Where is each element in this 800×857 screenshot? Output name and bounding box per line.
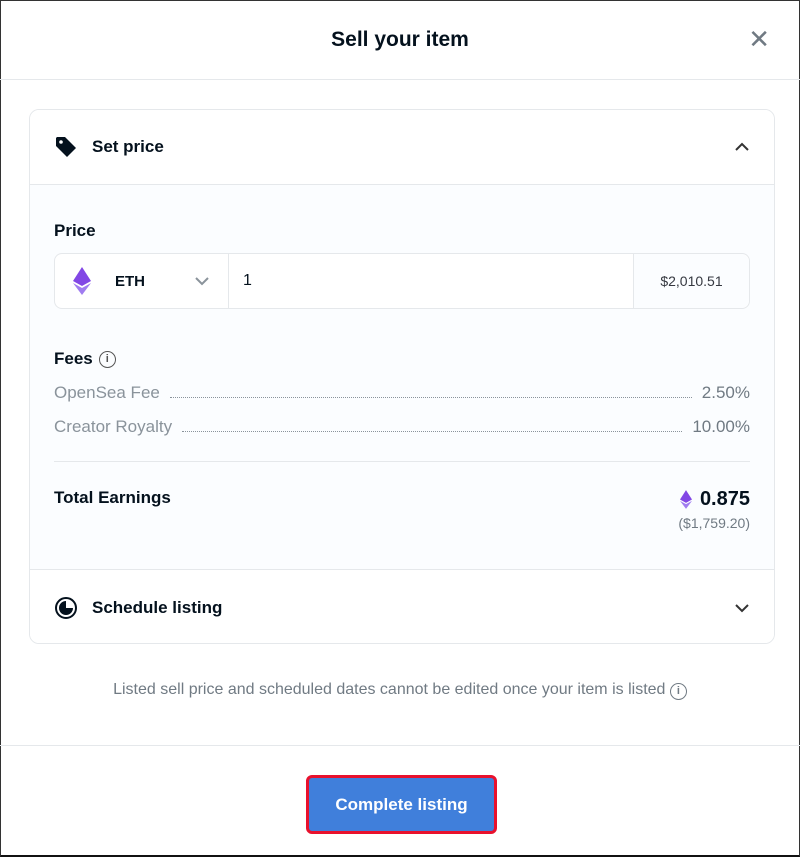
chevron-down-icon[interactable]: [734, 600, 750, 616]
currency-value: ETH: [115, 272, 145, 290]
footer-divider: [0, 745, 800, 746]
schedule-title: Schedule listing: [92, 597, 223, 617]
price-label: Price: [54, 221, 96, 240]
eth-icon: [679, 490, 692, 509]
set-price-body: Price ETH 1 $2,010.51 Fees i OpenSea Fee 2…: [30, 185, 774, 570]
info-icon[interactable]: i: [669, 682, 687, 700]
fees-label: Fees: [54, 349, 93, 368]
price-input-group: ETH 1 $2,010.51: [54, 253, 750, 309]
schedule-listing-header[interactable]: Schedule listing: [30, 570, 774, 643]
modal-header: Sell your item ✕: [0, 0, 800, 80]
fees-heading: Fees i: [54, 349, 750, 369]
fee-label: Creator Royalty: [54, 417, 173, 436]
fee-value: 10.00%: [692, 417, 750, 436]
divider: [54, 461, 750, 462]
note-text: Listed sell price and scheduled dates ca…: [113, 681, 666, 698]
fee-value: 2.50%: [701, 383, 750, 402]
chevron-down-icon: [194, 273, 210, 290]
listing-note: Listed sell price and scheduled dates ca…: [0, 681, 800, 700]
set-price-title: Set price: [92, 137, 164, 156]
fee-row: OpenSea Fee 2.50%: [54, 383, 750, 403]
modal-title: Sell your item: [331, 27, 469, 51]
eth-icon: [73, 267, 91, 295]
listing-card: Set price Price ETH 1 $2,010.51 Fees i Op…: [29, 109, 775, 644]
usd-value: $2,010.51: [633, 254, 749, 308]
complete-listing-button[interactable]: Complete listing: [306, 775, 497, 834]
price-amount-input[interactable]: 1: [229, 254, 633, 308]
currency-select[interactable]: ETH: [55, 254, 229, 308]
close-icon[interactable]: ✕: [748, 26, 770, 52]
total-label: Total Earnings: [54, 488, 171, 507]
info-icon[interactable]: i: [98, 350, 116, 368]
fee-row: Creator Royalty 10.00%: [54, 417, 750, 437]
clock-icon: [54, 596, 80, 620]
chevron-up-icon[interactable]: [734, 139, 750, 155]
total-eth: 0.875: [699, 488, 750, 510]
set-price-header[interactable]: Set price: [30, 110, 774, 185]
tag-icon: [54, 135, 80, 159]
total-usd: ($1,759.20): [678, 515, 750, 531]
total-earnings: Total Earnings 0.875 ($1,759.20): [54, 488, 750, 531]
fee-label: OpenSea Fee: [54, 383, 160, 402]
